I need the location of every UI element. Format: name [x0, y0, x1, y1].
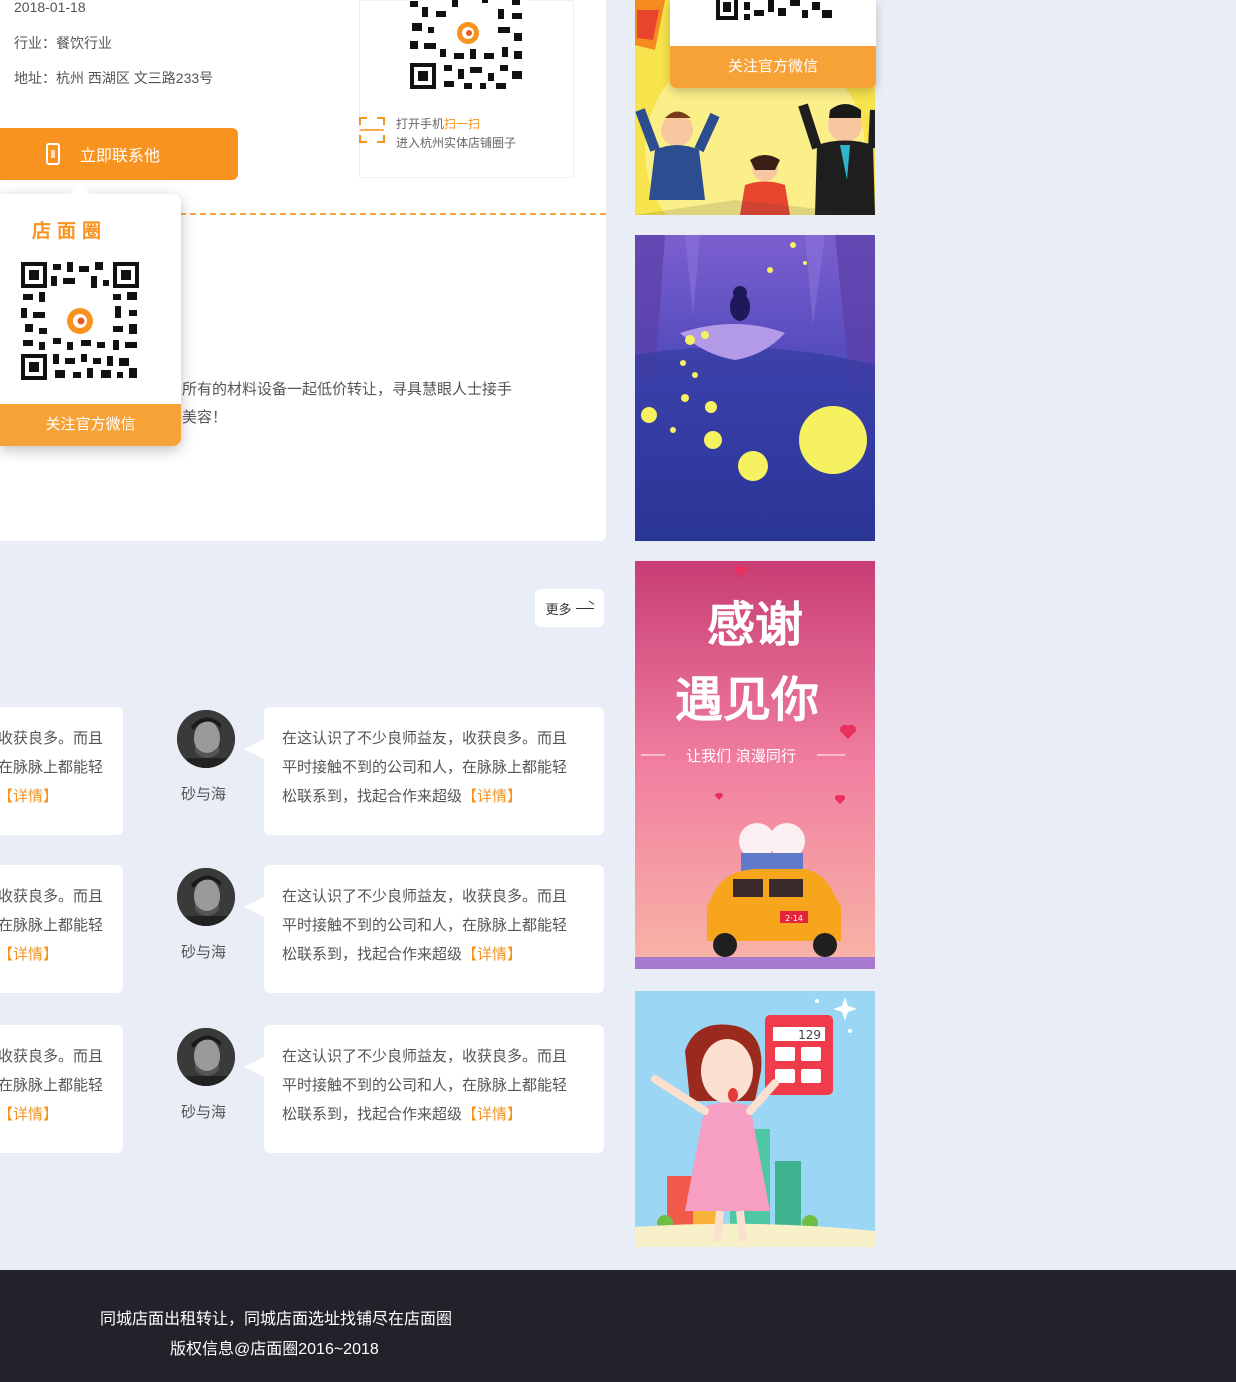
shop-description: 所有的材料设备一起低价转让，寻具慧眼人士接手 美容！ — [182, 376, 512, 432]
sidebar-wechat-card: 关注官方微信 — [670, 0, 876, 88]
publish-date: 2018-01-18 — [14, 0, 86, 15]
address-text: 地址：杭州 西湖区 文三路233号 — [14, 70, 214, 86]
scan-tip-line2: 进入杭州实体店铺圈子 — [396, 136, 517, 150]
comment-bubble: 在这认识了不少良师益友，收获良多。而且 平时接触不到的公司和人，在脉脉上都能轻 … — [244, 707, 604, 835]
detail-link[interactable]: 【详情】 — [462, 946, 522, 963]
car-plate: 2·14 — [785, 914, 803, 923]
comment-left-line: 在脉脉上都能轻 — [0, 917, 104, 934]
ad-banner-night[interactable] — [635, 235, 875, 541]
comment-line: 松联系到，找起合作来超级 — [282, 1106, 463, 1123]
detail-link[interactable]: 【详情】 — [0, 782, 123, 811]
industry-text: 行业：餐饮行业 — [14, 35, 112, 51]
comment-left-bubble: 收获良多。而且 在脉脉上都能轻 【详情】 — [0, 707, 123, 835]
scan-tip-highlight: 扫一扫 — [444, 117, 481, 131]
comment-left-line: 收获良多。而且 — [0, 730, 104, 747]
comment-line: 在这认识了不少良师益友，收获良多。而且 — [282, 888, 568, 905]
site-footer: 同城店面出租转让，同城店面选址找铺尽在店面圈 版权信息@店面圈2016~2018 — [0, 1270, 1236, 1382]
comment-left-bubble: 收获良多。而且 在脉脉上都能轻 【详情】 — [0, 865, 123, 993]
comment-line: 平时接触不到的公司和人，在脉脉上都能轻 — [282, 917, 568, 934]
description-line-2: 美容！ — [182, 409, 228, 426]
comment-left-line: 收获良多。而且 — [0, 888, 104, 905]
qr-code-box: 打开手机扫一扫 进入杭州实体店铺圈子 — [359, 0, 574, 178]
arrow-right-icon — [575, 607, 594, 609]
phone-icon — [46, 143, 60, 165]
scan-tip: 打开手机扫一扫 进入杭州实体店铺圈子 — [396, 115, 516, 153]
night-illustration — [635, 235, 875, 541]
detail-link[interactable]: 【详情】 — [0, 940, 123, 969]
comment-line: 松联系到，找起合作来超级 — [282, 946, 463, 963]
description-line-1: 所有的材料设备一起低价转让，寻具慧眼人士接手 — [182, 381, 513, 398]
comment-left-bubble: 收获良多。而且 在脉脉上都能轻 【详情】 — [0, 1025, 123, 1153]
detail-link[interactable]: 【详情】 — [462, 788, 522, 805]
qr-code-image — [408, 0, 528, 93]
comment-line: 平时接触不到的公司和人，在脉脉上都能轻 — [282, 1077, 568, 1094]
comment-username: 砂与海 — [181, 786, 227, 803]
comment-bubble: 在这认识了不少良师益友，收获良多。而且 平时接触不到的公司和人，在脉脉上都能轻 … — [244, 865, 604, 993]
avatar[interactable] — [177, 1028, 235, 1086]
comment-line: 在这认识了不少良师益友，收获良多。而且 — [282, 1048, 568, 1065]
sidebar-qr-code — [716, 0, 832, 22]
footer-slogan: 同城店面出租转让，同城店面选址找铺尽在店面圈 — [100, 1311, 453, 1328]
footer-copyright: 版权信息@店面圈2016~2018 — [170, 1341, 379, 1358]
contact-button-label: 立即联系他 — [80, 148, 161, 165]
comment-username: 砂与海 — [181, 1104, 227, 1121]
more-button[interactable]: 更多 — [535, 589, 604, 627]
avatar-image — [177, 710, 235, 768]
ad-banner-thanks[interactable]: 感谢 遇见你 让我们 浪漫同行 2·14 — [635, 561, 875, 969]
calculator-illustration: 129 — [635, 991, 875, 1247]
avatar[interactable] — [177, 868, 235, 926]
comment-left-line: 在脉脉上都能轻 — [0, 1077, 104, 1094]
brand-logo: 店面圈 — [32, 221, 108, 242]
thanks-illustration: 感谢 遇见你 让我们 浪漫同行 2·14 — [635, 561, 875, 969]
wechat-qr-popup: 店面圈 关注官方微信 — [0, 184, 181, 446]
comment-line: 松联系到，找起合作来超级 — [282, 788, 463, 805]
scan-icon — [359, 117, 385, 143]
calculator-display: 129 — [798, 1028, 821, 1042]
avatar-image — [177, 1028, 235, 1086]
thanks-title-line2: 遇见你 — [675, 672, 819, 728]
comment-username: 砂与海 — [181, 944, 227, 961]
detail-link[interactable]: 【详情】 — [462, 1106, 522, 1123]
scan-tip-prefix: 打开手机 — [396, 117, 445, 131]
comment-line: 在这认识了不少良师益友，收获良多。而且 — [282, 730, 568, 747]
comment-bubble: 在这认识了不少良师益友，收获良多。而且 平时接触不到的公司和人，在脉脉上都能轻 … — [244, 1025, 604, 1153]
sidebar-follow-button[interactable]: 关注官方微信 — [670, 46, 876, 88]
avatar-image — [177, 868, 235, 926]
thanks-title-line1: 感谢 — [707, 597, 803, 653]
comment-left-line: 在脉脉上都能轻 — [0, 759, 104, 776]
comment-left-line: 收获良多。而且 — [0, 1048, 104, 1065]
popup-follow-button[interactable]: 关注官方微信 — [0, 404, 181, 446]
dashed-divider — [180, 213, 606, 215]
avatar[interactable] — [177, 710, 235, 768]
popup-qr-code — [21, 262, 139, 380]
detail-link[interactable]: 【详情】 — [0, 1100, 123, 1129]
more-button-label: 更多 — [545, 601, 572, 617]
ad-banner-calculator[interactable]: 129 — [635, 991, 875, 1247]
comment-line: 平时接触不到的公司和人，在脉脉上都能轻 — [282, 759, 568, 776]
thanks-subtitle: 让我们 浪漫同行 — [686, 747, 796, 765]
contact-button[interactable]: 立即联系他 — [0, 128, 238, 180]
